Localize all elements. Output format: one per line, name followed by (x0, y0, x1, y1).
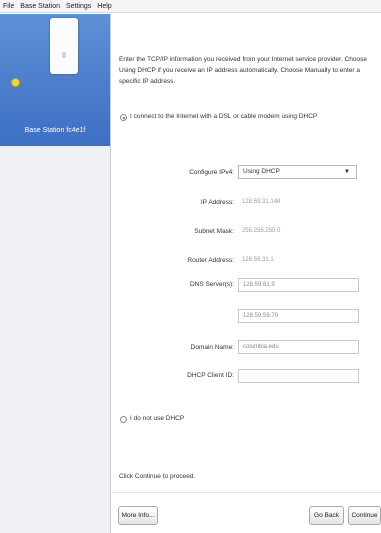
ip-address-label: IP Address: (200, 199, 234, 206)
device-led-icon (62, 52, 66, 58)
footer-divider (112, 492, 381, 493)
ip-address-value: 128.59.31.148 (242, 199, 281, 205)
menu-settings[interactable]: Settings (66, 3, 91, 10)
chevron-down-icon: ▼ (344, 169, 350, 175)
radio-no-dhcp-label: I do not use DHCP (130, 415, 185, 422)
configure-ipv4-label: Configure IPv4: (189, 169, 234, 176)
proceed-hint: Click Continue to proceed. (119, 473, 196, 480)
router-address-value: 128.59.31.1 (242, 257, 274, 263)
base-station-icon (50, 18, 78, 74)
go-back-button[interactable]: Go Back (309, 506, 344, 525)
dns-server-1-input[interactable]: 128.59.61.9 (238, 278, 359, 292)
intro-text: Enter the TCP/IP information you receive… (119, 56, 367, 85)
domain-name-input[interactable]: columbia.edu (238, 340, 359, 354)
radio-dhcp-label: I connect to the Internet with a DSL or … (130, 113, 318, 120)
main-panel: Enter the TCP/IP information you receive… (112, 14, 381, 533)
menu-base-station[interactable]: Base Station (20, 3, 60, 10)
sidebar-item-label: Base Station fc4e1f (24, 127, 86, 134)
menu-help[interactable]: Help (97, 3, 111, 10)
status-dot-icon (11, 78, 20, 87)
dns-servers-label: DNS Server(s): (189, 281, 234, 288)
configure-ipv4-select[interactable]: Using DHCP ▼ (238, 165, 357, 179)
dhcp-client-id-input[interactable] (238, 369, 359, 383)
more-info-button[interactable]: More Info... (118, 506, 158, 525)
sidebar: Base Station fc4e1f (0, 14, 111, 533)
dns-server-2-input[interactable]: 128.59.59.70 (238, 309, 359, 323)
subnet-mask-label: Subnet Mask: (194, 228, 234, 235)
radio-no-dhcp[interactable] (120, 416, 127, 423)
configure-ipv4-value: Using DHCP (243, 168, 280, 175)
router-address-label: Router Address: (187, 257, 234, 264)
menu-file[interactable]: File (3, 3, 14, 10)
menu-bar: File Base Station Settings Help (0, 0, 381, 13)
sidebar-item-base-station[interactable]: Base Station fc4e1f (0, 14, 110, 146)
dhcp-client-id-label: DHCP Client ID: (187, 372, 234, 379)
continue-button[interactable]: Continue (348, 506, 381, 525)
domain-name-label: Domain Name: (190, 344, 234, 351)
subnet-mask-value: 255.255.255.0 (242, 228, 281, 234)
radio-dhcp[interactable] (120, 114, 127, 121)
